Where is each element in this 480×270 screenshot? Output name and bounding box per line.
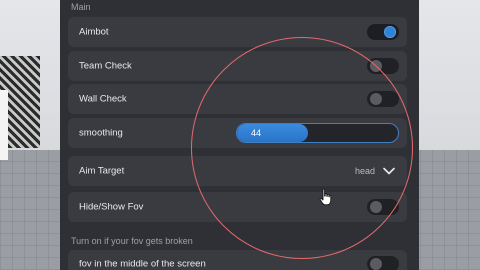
hide-show-fov-row[interactable]: Hide/Show Fov [68, 192, 407, 222]
team-check-toggle[interactable] [367, 58, 399, 74]
hand-pointer-icon [319, 188, 332, 206]
section-title: Main [71, 2, 91, 12]
slider-value: 44 [251, 128, 262, 138]
section-note: Turn on if your fov gets broken [71, 236, 193, 246]
game-viewport: Main Aimbot Team Check Wall Check smooth… [0, 0, 480, 270]
wall-check-toggle[interactable] [367, 91, 399, 107]
row-label: Aimbot [79, 26, 109, 38]
fov-middle-row[interactable]: fov in the middle of the screen [68, 250, 407, 270]
row-label: fov in the middle of the screen [79, 258, 206, 270]
fov-middle-toggle[interactable] [367, 256, 399, 270]
row-label: smoothing [79, 127, 123, 139]
slider-fill[interactable] [237, 124, 308, 142]
smoothing-row: smoothing 44 [68, 118, 407, 148]
toggle-knob [370, 201, 382, 213]
toggle-knob [384, 26, 396, 38]
aim-target-row[interactable]: Aim Target head [68, 156, 407, 186]
row-label: Aim Target [79, 165, 125, 177]
row-label: Hide/Show Fov [79, 201, 144, 213]
background-wall [0, 90, 8, 160]
team-check-row[interactable]: Team Check [68, 51, 407, 81]
hide-show-fov-toggle[interactable] [367, 199, 399, 215]
smoothing-slider[interactable]: 44 [236, 123, 399, 143]
aim-target-value: head [354, 166, 375, 176]
toggle-knob [370, 258, 382, 270]
aimbot-row[interactable]: Aimbot [68, 17, 407, 47]
row-label: Wall Check [79, 93, 127, 105]
chevron-down-icon[interactable] [383, 167, 395, 175]
row-label: Team Check [79, 60, 132, 72]
aimbot-toggle[interactable] [367, 24, 399, 40]
settings-panel: Main Aimbot Team Check Wall Check smooth… [60, 0, 419, 270]
toggle-knob [370, 93, 382, 105]
toggle-knob [370, 60, 382, 72]
wall-check-row[interactable]: Wall Check [68, 84, 407, 114]
background-floor-left [0, 150, 62, 270]
